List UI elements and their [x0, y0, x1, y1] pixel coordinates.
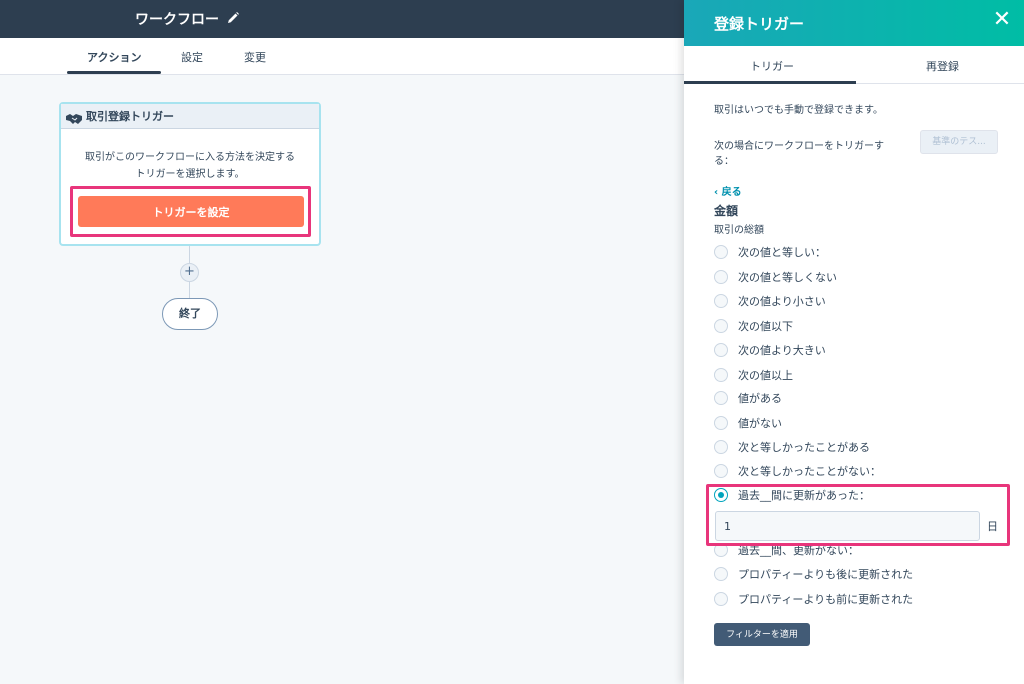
filter-option[interactable]: 次の値より大きい — [714, 340, 826, 360]
workflow-canvas: 取引登録トリガー 取引がこのワークフローに入る方法を決定する トリガーを選択しま… — [0, 75, 684, 684]
workflow-tabs: アクション 設定 変更 — [0, 38, 684, 75]
trigger-card-description: 取引がこのワークフローに入る方法を決定する トリガーを選択します。 — [61, 129, 319, 183]
description-line: 取引がこのワークフローに入る方法を決定する — [85, 152, 295, 163]
active-tab-indicator — [684, 81, 856, 84]
radio-button[interactable] — [714, 319, 728, 333]
radio-button[interactable] — [714, 416, 728, 430]
filter-option-label: 次と等しかったことがない： — [738, 465, 881, 478]
description-line: トリガーを選択します。 — [135, 169, 245, 180]
radio-button[interactable] — [714, 464, 728, 478]
radio-button[interactable] — [714, 368, 728, 382]
test-criteria-button[interactable]: 基準のテス... — [920, 130, 998, 154]
trigger-card-header: 取引登録トリガー — [61, 104, 319, 129]
filter-option-label: 値がある — [738, 392, 782, 405]
pencil-icon[interactable] — [226, 10, 240, 24]
tab-settings[interactable]: 設定 — [181, 49, 203, 65]
close-icon[interactable]: ✕ — [990, 8, 1014, 32]
back-link[interactable]: ‹ 戻る — [714, 183, 742, 198]
condition-line: る： — [714, 156, 734, 167]
filter-option[interactable]: 次の値と等しい： — [714, 242, 826, 262]
filter-option-label: 次の値以下 — [738, 320, 793, 333]
enrollment-trigger-panel: 登録トリガー ✕ トリガー 再登録 取引はいつでも手動で登録できます。 次の場合… — [684, 0, 1024, 684]
end-node: 終了 — [162, 298, 218, 330]
active-tab-indicator — [67, 71, 161, 74]
condition-line: 次の場合にワークフローをトリガーす — [714, 141, 884, 152]
tab-trigger[interactable]: トリガー — [750, 58, 794, 74]
filter-option-label: 値がない — [738, 417, 782, 430]
trigger-card-title: 取引登録トリガー — [86, 110, 174, 123]
panel-header: 登録トリガー ✕ — [684, 0, 1024, 46]
trigger-condition-label: 次の場合にワークフローをトリガーす る： — [714, 139, 904, 169]
radio-button[interactable] — [714, 343, 728, 357]
filter-option[interactable]: プロパティーよりも前に更新された — [714, 589, 913, 609]
filter-option[interactable]: 値がある — [714, 388, 782, 408]
filter-option-label: プロパティーよりも前に更新された — [738, 593, 914, 606]
add-action-button[interactable]: + — [180, 263, 199, 282]
tab-actions[interactable]: アクション — [87, 49, 141, 65]
panel-title: 登録トリガー — [714, 15, 805, 33]
trigger-card[interactable]: 取引登録トリガー 取引がこのワークフローに入る方法を決定する トリガーを選択しま… — [59, 102, 321, 246]
set-trigger-button[interactable]: トリガーを設定 — [78, 196, 304, 227]
filter-option-label: 次の値と等しい： — [738, 246, 826, 259]
filter-option-label: 次の値より小さい — [738, 295, 826, 308]
property-name: 金額 — [714, 204, 739, 218]
filter-option[interactable]: 値がない — [714, 413, 782, 433]
filter-option-label: 次の値と等しくない — [738, 271, 837, 284]
filter-option-label: プロパティーよりも後に更新された — [738, 568, 914, 581]
workflow-header: ワークフロー — [0, 0, 684, 38]
manual-enroll-info: 取引はいつでも手動で登録できます。 — [714, 105, 883, 116]
filter-option-label: 次の値以上 — [738, 369, 793, 382]
radio-button[interactable] — [714, 294, 728, 308]
filter-option[interactable]: 次の値より小さい — [714, 291, 826, 311]
workflow-title[interactable]: ワークフロー — [135, 9, 219, 29]
filter-option[interactable]: 次の値以上 — [714, 365, 793, 385]
days-unit-label: 日 — [987, 520, 998, 533]
tab-re-enrollment[interactable]: 再登録 — [926, 58, 959, 74]
filter-option[interactable]: 次と等しかったことがない： — [714, 461, 881, 481]
radio-button[interactable] — [714, 245, 728, 259]
radio-button[interactable] — [714, 270, 728, 284]
handshake-icon — [66, 110, 82, 124]
apply-filter-button[interactable]: フィルターを適用 — [714, 623, 810, 646]
filter-option[interactable]: プロパティーよりも後に更新された — [714, 564, 913, 584]
filter-option[interactable]: 次の値以下 — [714, 316, 793, 336]
radio-button[interactable] — [714, 391, 728, 405]
filter-option-label: 次の値より大きい — [738, 344, 826, 357]
connector-line — [189, 282, 190, 298]
radio-button[interactable] — [714, 440, 728, 454]
filter-option[interactable]: 次の値と等しくない — [714, 267, 837, 287]
panel-tabs: トリガー 再登録 — [684, 46, 1024, 84]
connector-line — [189, 246, 190, 263]
tab-changes[interactable]: 変更 — [244, 49, 266, 65]
days-value-input[interactable] — [715, 511, 980, 541]
filter-option-label: 次と等しかったことがある — [738, 441, 870, 454]
filter-option[interactable]: 次と等しかったことがある — [714, 437, 870, 457]
property-description: 取引の総額 — [714, 225, 764, 236]
radio-button[interactable] — [714, 592, 728, 606]
radio-button[interactable] — [714, 567, 728, 581]
